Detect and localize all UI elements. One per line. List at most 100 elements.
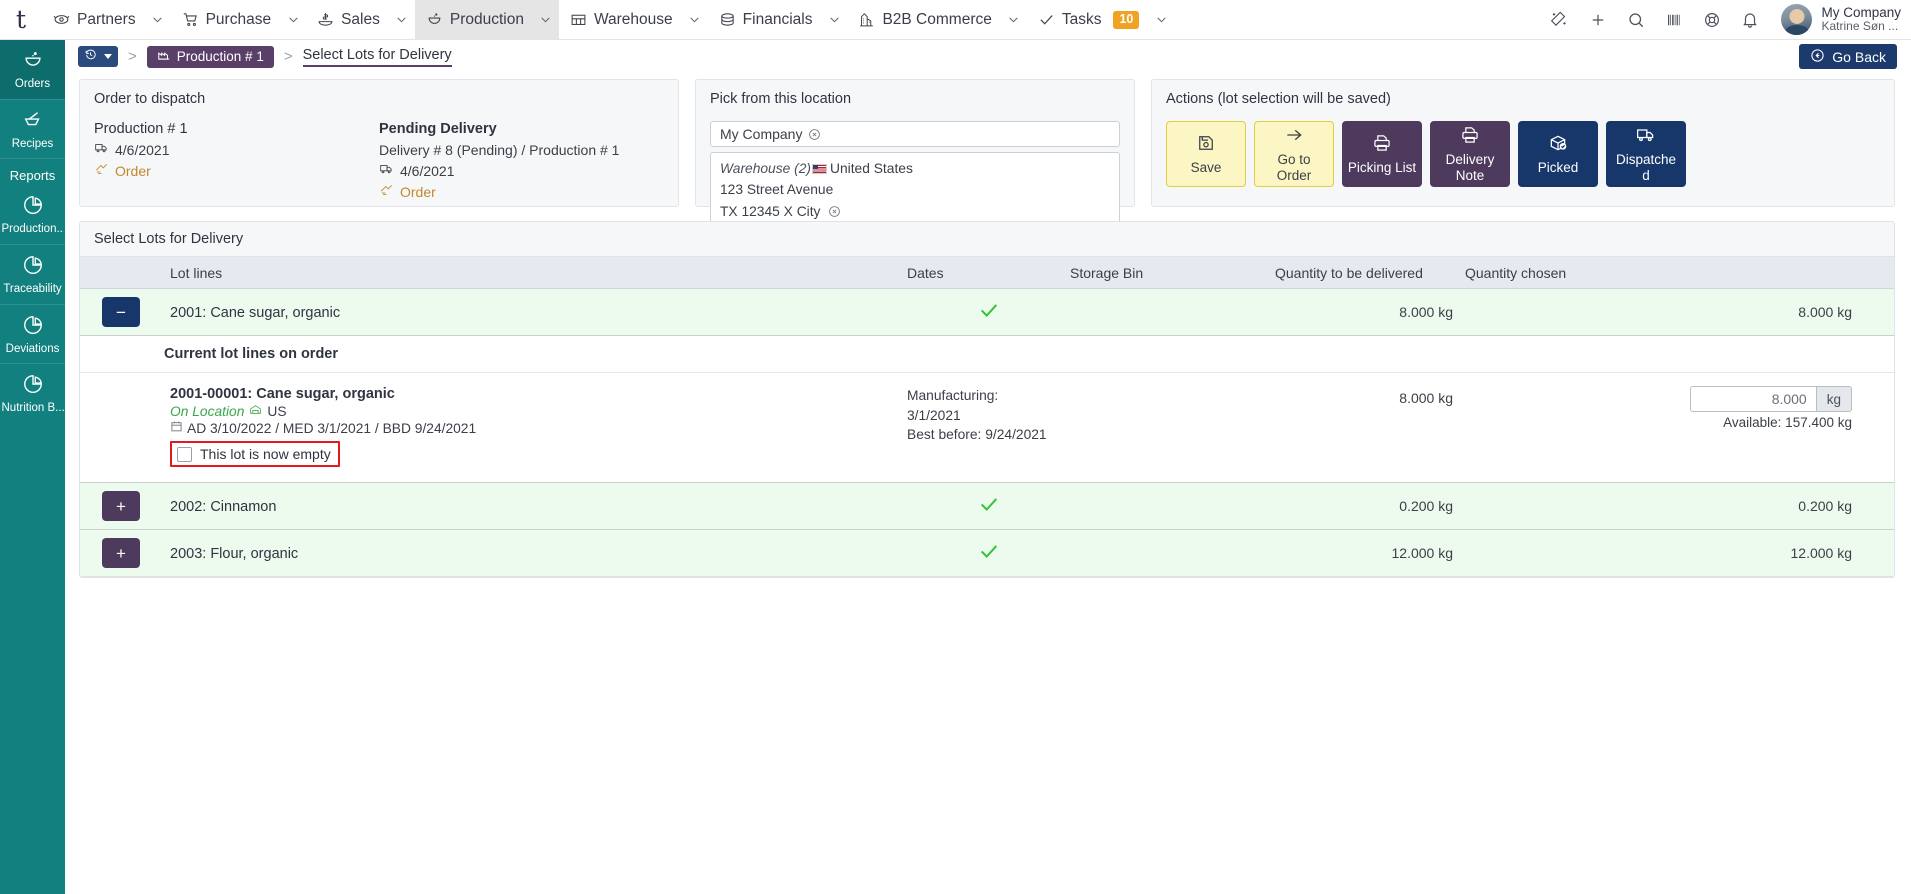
sidebar-item-production[interactable]: Production... [0,185,65,245]
action-label: Dispatche d [1611,152,1681,182]
dispatche-d-button[interactable]: Dispatche d [1606,121,1686,187]
sidebar-reports-list: Production... TraceabilityDeviations Nutri… [0,185,65,423]
sidebar-label: Nutrition B... [2,402,64,415]
nav-group-warehouse: Warehouse [559,0,708,40]
pie-chart-icon [22,314,44,340]
expand-row-button[interactable]: + [102,538,140,568]
cart-icon [182,11,199,28]
top-navigation-bar: t Partners Purchase Sales Production Warehou… [0,0,1911,40]
barcode-icon[interactable] [1655,0,1693,40]
nav-label: Production [450,11,524,29]
chevron-down-icon[interactable] [682,0,708,40]
lots-panel-title: Select Lots for Delivery [80,222,1894,257]
nav-item-purchase[interactable]: Purchase [171,0,280,40]
nav-group-financials: Financials [708,0,848,40]
breadcrumb-item-production[interactable]: Production # 1 [147,46,274,68]
nav-item-production[interactable]: Production [415,0,533,40]
lot-qty-chosen-cell: kg Available: 157.400 kg [1465,386,1894,430]
location-country: United States [830,161,913,176]
current-lot-lines-title: Current lot lines on order [80,336,1894,373]
nav-label: Warehouse [594,11,673,29]
chevron-down-icon[interactable] [1001,0,1027,40]
quantity-chosen-input[interactable] [1690,386,1816,412]
order-card-title: Order to dispatch [94,91,664,107]
row-qty-to-deliver: 12.000 kg [1275,545,1465,561]
chevron-down-icon[interactable] [145,0,171,40]
breadcrumb-separator-2: > [274,48,303,65]
location-warehouse: Warehouse (2) [720,161,811,176]
sidebar-item-nutritionb[interactable]: Nutrition B... [0,364,65,423]
order-right-status: Order [400,182,436,203]
search-icon[interactable] [1617,0,1655,40]
breadcrumb-separator-1: > [118,48,147,65]
lot-empty-checkbox[interactable] [177,447,192,462]
go-to-order-button[interactable]: Go to Order [1254,121,1334,187]
go-back-button[interactable]: Go Back [1799,44,1897,69]
picked-button[interactable]: Picked [1518,121,1598,187]
location-city-line: TX 12345 X City [720,201,1110,222]
header-storage-bin: Storage Bin [1070,265,1275,281]
order-right-status-line: Order [379,182,664,203]
location-input[interactable]: My Company [710,121,1120,147]
table-row[interactable]: + 2003: Flour, organic 12.000 kg 12.000 … [80,530,1894,577]
lot-detail-info: 2001-00001: Cane sugar, organic On Locat… [162,386,907,467]
table-row[interactable]: + 2002: Cinnamon 0.200 kg 0.200 kg [80,483,1894,530]
history-button[interactable] [78,46,118,67]
table-row[interactable]: − 2001: Cane sugar, organic 8.000 kg 8.0… [80,289,1894,336]
nav-item-financials[interactable]: Financials [708,0,822,40]
sales-icon [317,11,334,28]
row-check-cell [907,493,1070,519]
nav-item-partners[interactable]: Partners [42,0,145,40]
breadcrumb-chip-label: Production # 1 [177,49,264,64]
collapse-row-button[interactable]: − [102,297,140,327]
location-details[interactable]: Warehouse (2)United States 123 Street Av… [710,152,1120,229]
sidebar-label: Production... [2,223,64,236]
printer-icon [1372,133,1392,156]
chevron-down-icon[interactable] [1148,0,1174,40]
chevron-down-icon[interactable] [280,0,306,40]
us-flag-icon [812,164,827,174]
sidebar-item-recipes[interactable]: Recipes [0,100,65,160]
header-qty-chosen: Quantity chosen [1465,265,1894,281]
lifebuoy-icon[interactable] [1693,0,1731,40]
save-button[interactable]: Save [1166,121,1246,187]
chevron-down-icon[interactable] [389,0,415,40]
app-logo[interactable]: t [0,0,42,40]
sidebar-item-deviations[interactable]: Deviations [0,305,65,365]
lot-line-label: 2001: Cane sugar, organic [170,305,340,321]
magic-wand-icon[interactable] [1541,0,1579,40]
chevron-down-icon[interactable] [533,0,559,40]
nav-item-b2b-commerce[interactable]: B2B Commerce [847,0,1000,40]
sidebar-item-orders[interactable]: Orders [0,40,65,100]
action-label: Delivery Note [1435,152,1505,182]
order-left-date-line: 4/6/2021 [94,140,379,161]
sidebar-item-traceability[interactable]: Traceability [0,245,65,305]
expand-row-button[interactable]: + [102,491,140,521]
check-icon [1038,11,1055,28]
order-right-block: Pending Delivery Delivery # 8 (Pending) … [379,121,664,203]
nav-item-sales[interactable]: Sales [306,0,389,40]
check-icon [978,299,1000,325]
picking-list-button[interactable]: Picking List [1342,121,1422,187]
order-status-icon [94,161,109,182]
tasks-badge: 10 [1113,11,1139,29]
nav-item-warehouse[interactable]: Warehouse [559,0,682,40]
save-icon [1196,133,1216,156]
lot-empty-highlight: This lot is now empty [170,441,340,467]
clear-location-icon[interactable] [808,128,821,141]
production-icon [22,49,44,75]
lot-dates-cell: Manufacturing: 3/1/2021 Best before: 9/2… [907,386,1070,445]
truck-icon [379,161,394,182]
go-back-label: Go Back [1832,49,1886,65]
bell-icon[interactable] [1731,0,1769,40]
chevron-down-icon[interactable] [821,0,847,40]
lot-manufacturing-date: 3/1/2021 [907,406,1070,426]
plus-icon[interactable] [1579,0,1617,40]
header-qty-to-deliver: Quantity to be delivered [1275,265,1465,281]
clear-address-icon[interactable] [828,203,841,216]
lot-detail-row: 2001-00001: Cane sugar, organic On Locat… [80,373,1894,483]
user-profile[interactable]: My Company Katrine Søn ... [1769,0,1901,40]
lot-empty-label[interactable]: This lot is now empty [200,446,331,462]
delivery-note-button[interactable]: Delivery Note [1430,121,1510,187]
nav-item-tasks[interactable]: Tasks10 [1027,0,1149,40]
